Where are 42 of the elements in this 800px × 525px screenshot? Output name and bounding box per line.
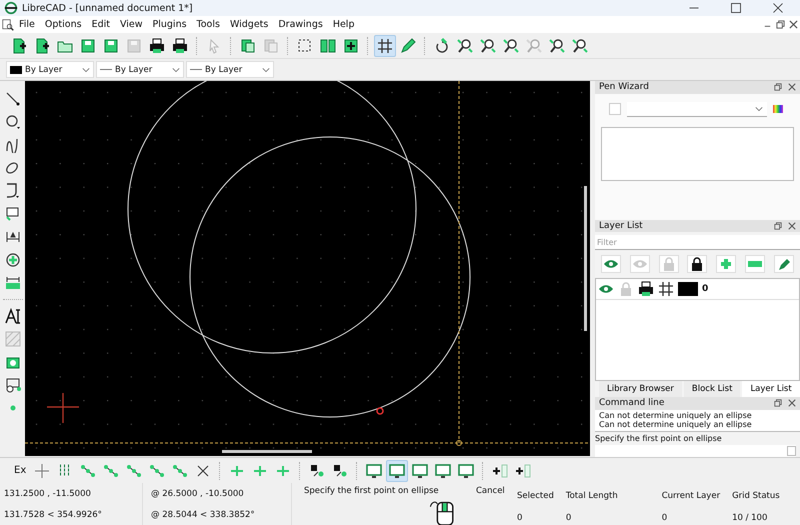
command-prompt: Specify the first point on ellipse xyxy=(595,433,723,446)
coordinate-readout: @ 26.5000 , -10.5000 xyxy=(151,488,245,498)
combo-value: By Layer xyxy=(115,64,152,74)
panel-title: Command line xyxy=(599,398,664,408)
history-line: Can not determine uniquely an ellipse xyxy=(599,420,753,430)
menu-item[interactable]: Drawings xyxy=(273,19,328,30)
window-title: LibreCAD - [unnamed document 1*] xyxy=(22,2,193,14)
layer-name[interactable]: 0 xyxy=(702,284,708,294)
status-value: 0 xyxy=(517,513,524,523)
menu-item[interactable]: Help xyxy=(328,19,360,30)
status-label: Grid Status xyxy=(732,491,780,501)
coordinate-readout: @ 28.5044 < 338.3852° xyxy=(151,510,256,520)
exclusive-snap-button[interactable]: Ex xyxy=(10,465,30,476)
pen-combo-box[interactable]: By Layer xyxy=(96,61,184,78)
combo-value: By Layer xyxy=(25,64,62,74)
menu-item[interactable]: Options xyxy=(40,19,87,30)
panel-title: Pen Wizard xyxy=(599,82,649,92)
filter-field[interactable]: Filter xyxy=(595,235,800,250)
status-value: 0 xyxy=(662,513,668,523)
dock-tab[interactable]: Layer List xyxy=(742,381,800,397)
status-label: Selected xyxy=(517,491,554,501)
menu-item[interactable]: Tools xyxy=(192,19,225,30)
coordinate-readout: 131.7528 < 354.9926° xyxy=(4,510,103,520)
status-label: Current Layer xyxy=(662,491,720,501)
status-value: 0 xyxy=(566,513,572,523)
menu-item[interactable]: Widgets xyxy=(224,19,274,30)
combo-value: By Layer xyxy=(205,64,242,74)
dock-tab[interactable]: Library Browser xyxy=(599,381,682,397)
mouse-left-hint: Specify the first point on ellipse xyxy=(304,486,439,496)
coordinate-readout: 131.2500 , -11.5000 xyxy=(4,488,92,498)
history-line: Can not determine uniquely an ellipse xyxy=(599,410,753,420)
pen-combo-box[interactable]: By Layer xyxy=(6,61,94,78)
status-label: Total Length xyxy=(566,491,618,501)
menu-item[interactable]: Edit xyxy=(86,19,115,30)
status-value: 10 / 100 xyxy=(732,513,768,523)
menu-item[interactable]: View xyxy=(114,19,148,30)
dock-tab[interactable]: Block List xyxy=(684,381,740,397)
pen-combo-box[interactable]: By Layer xyxy=(186,61,274,78)
menu-item[interactable]: File xyxy=(14,19,40,30)
menu-item[interactable]: Plugins xyxy=(148,19,192,30)
panel-title: Layer List xyxy=(599,221,643,231)
mouse-right-hint: Cancel xyxy=(476,486,505,496)
